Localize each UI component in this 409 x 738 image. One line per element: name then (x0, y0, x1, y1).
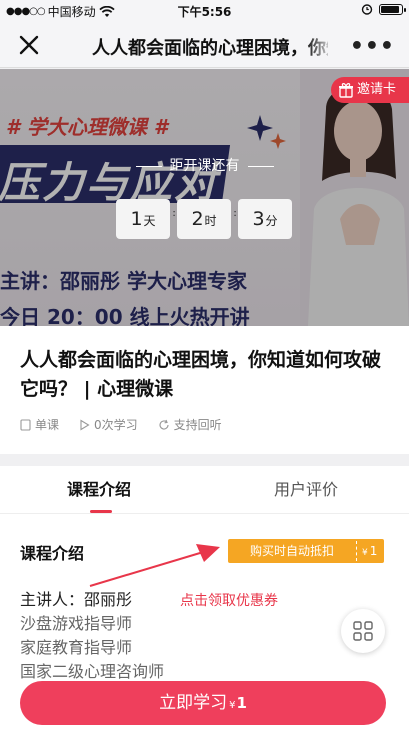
grid-icon (353, 621, 373, 641)
meta-replay: 支持回听 (158, 416, 222, 433)
grid-menu-button[interactable] (341, 609, 385, 653)
replay-icon (159, 419, 169, 430)
countdown-hours: 2时 (177, 199, 231, 239)
status-bar: ●●●○○ 中国移动 下午5:56 (0, 0, 409, 22)
annotation-arrow (89, 544, 220, 587)
coupon-button[interactable]: 购买时自动抵扣 ¥1 (228, 539, 384, 563)
coupon-amount: ¥1 (362, 544, 378, 558)
coupon-label: 购买时自动抵扣 (249, 544, 334, 558)
status-time: 下午5:56 (177, 5, 232, 19)
course-meta: 单课 0次学习 支持回听 (20, 416, 222, 433)
study-now-button[interactable]: 立即学习 ¥1 (20, 681, 386, 725)
study-now-label: 立即学习 (159, 693, 228, 713)
nav-bar: 人人都会面临的心理困境，你知道如何攻破它吗？ | 心理微课 ••• (0, 22, 409, 68)
lecturer-line: 主讲人：邵丽彤 (20, 590, 133, 609)
alarm-icon (361, 4, 373, 15)
countdown-label: 距开课还有 (0, 155, 409, 175)
countdown-minutes: 3分 (238, 199, 292, 239)
course-title: 人人都会面临的心理困境，你知道如何攻破它吗？ | 心理微课 (20, 349, 382, 400)
active-tab-indicator (90, 510, 112, 513)
course-banner: # 学大心理微课 # 压力与应对 主讲：邵丽彤 学大心理专家 今日 20：00 … (0, 69, 409, 326)
credential-line: 沙盘游戏指导师 (20, 614, 133, 633)
invite-card-button[interactable]: 邀请卡 (331, 77, 409, 103)
invite-card-label: 邀请卡 (357, 82, 397, 97)
course-info-card: 人人都会面临的心理困境，你知道如何攻破它吗？ | 心理微课 单课 0次学习 支持… (0, 326, 409, 454)
document-icon (20, 418, 31, 431)
countdown-days: 1天 (116, 199, 170, 239)
battery-icon (379, 3, 406, 15)
tab-bar: 课程介绍 用户评价 (0, 466, 409, 514)
tab-course-intro[interactable]: 课程介绍 (67, 466, 131, 514)
meta-learners: 0次学习 (79, 416, 138, 433)
lecturer-credentials: 沙盘游戏指导师 家庭教育指导师 国家二级心理咨询师 (20, 612, 164, 684)
play-icon (80, 419, 90, 430)
tab-user-reviews[interactable]: 用户评价 (274, 466, 338, 514)
page-title: 人人都会面临的心理困境，你知道如何攻破它吗？ | 心理微课 (92, 38, 328, 58)
study-now-price: ¥1 (229, 694, 247, 712)
meta-type: 单课 (20, 416, 59, 433)
status-right (361, 3, 406, 15)
coupon-hint: 点击领取优惠券 (180, 593, 278, 609)
gift-icon (339, 83, 353, 98)
more-menu-icon[interactable]: ••• (350, 34, 395, 59)
credential-line: 家庭教育指导师 (20, 638, 133, 657)
section-title: 课程介绍 (20, 544, 85, 563)
close-icon[interactable] (16, 32, 42, 58)
